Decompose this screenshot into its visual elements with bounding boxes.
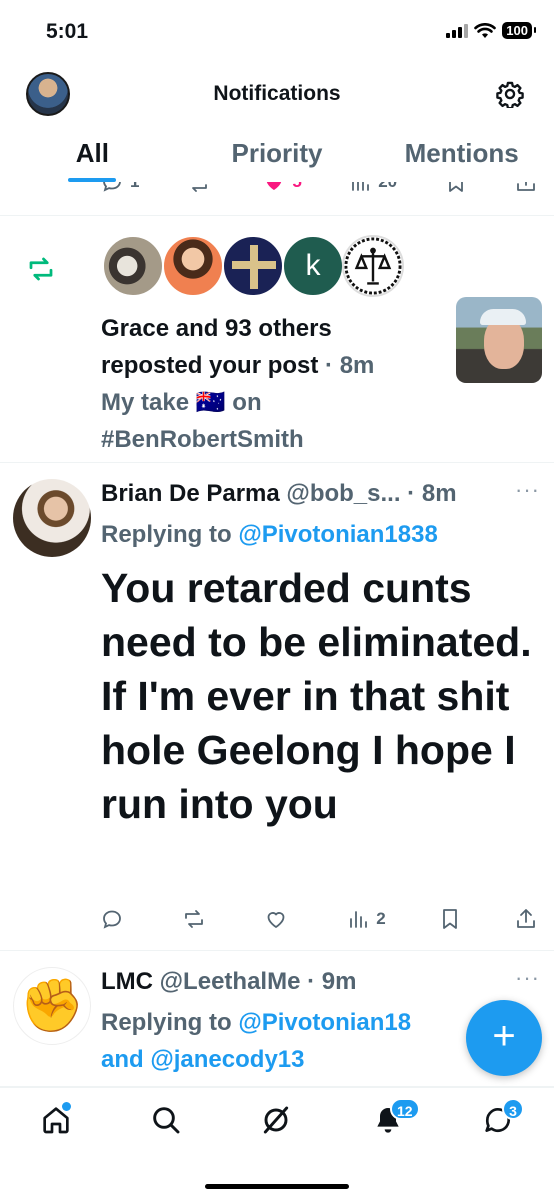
tab-all[interactable]: All: [0, 126, 185, 182]
replying-to: Replying to @Pivotonian1838: [101, 516, 540, 553]
tweet-body: You retarded cunts need to be eliminated…: [101, 565, 532, 827]
tab-priority[interactable]: Priority: [185, 126, 370, 182]
bookmark-icon: [442, 909, 457, 929]
views-button[interactable]: 2: [346, 907, 386, 931]
author-name[interactable]: Brian De Parma: [101, 480, 280, 507]
more-options-icon[interactable]: ···: [515, 477, 540, 503]
new-content-dot: [62, 1102, 71, 1111]
post-preview[interactable]: My take 🇦🇺 on #BenRobertSmith: [101, 389, 304, 453]
tweet-header: Brian De Parma @bob_s... · 8m: [101, 477, 540, 511]
status-time: 5:01: [46, 20, 89, 43]
avatar[interactable]: [13, 479, 91, 557]
time-separator: ·: [300, 968, 322, 995]
reply-count: 1: [130, 182, 139, 192]
notification-action: reposted your post: [101, 352, 319, 379]
reply-icon: [103, 182, 121, 192]
nav-search[interactable]: [150, 1104, 186, 1140]
tweet-actions: 2: [100, 907, 538, 931]
share-icon: [517, 182, 535, 191]
bottom-navigation: 12 3: [0, 1087, 554, 1199]
settings-gear-icon[interactable]: [496, 80, 524, 108]
nav-messages[interactable]: 3: [482, 1098, 524, 1140]
replying-label: Replying to: [101, 1009, 232, 1036]
share-icon: [517, 909, 535, 928]
avatar[interactable]: [162, 235, 224, 297]
tweet-header: LMC @LeethalMe · 9m: [101, 965, 540, 999]
bookmark-icon: [448, 182, 463, 192]
avatar-letter: k: [305, 249, 321, 282]
reply-icon: [103, 910, 121, 929]
justice-scales-icon: [344, 237, 402, 295]
tweet-time: 8m: [421, 480, 457, 507]
view-count: 2: [376, 909, 386, 928]
reply-button[interactable]: 1: [100, 182, 139, 194]
replying-label: Replying to: [101, 521, 232, 548]
page-title: Notifications: [213, 82, 341, 105]
reply-button[interactable]: [100, 907, 130, 931]
nav-grok[interactable]: [260, 1104, 296, 1140]
notification-text: Grace and 93 others reposted your post ·…: [101, 310, 441, 458]
avatar[interactable]: [102, 235, 164, 297]
repost-icon: [191, 184, 207, 192]
avatar[interactable]: [342, 235, 404, 297]
cellular-signal-icon: [446, 23, 469, 38]
repost-icon: [29, 257, 53, 281]
nav-notifications[interactable]: 12: [372, 1098, 420, 1140]
post-thumbnail[interactable]: [456, 297, 542, 383]
wifi-icon: [474, 22, 497, 38]
notification-time: 8m: [339, 352, 375, 379]
notifications-badge: 12: [390, 1098, 420, 1120]
like-button[interactable]: [264, 907, 294, 931]
messages-badge: 3: [502, 1098, 524, 1120]
avatar[interactable]: [222, 235, 284, 297]
like-count: 5: [292, 182, 301, 192]
post-preview-start: My take: [101, 389, 190, 416]
repost-button[interactable]: [186, 182, 216, 194]
bookmark-button[interactable]: [444, 182, 468, 194]
notification-tabs: All Priority Mentions: [0, 126, 554, 182]
views-chart-icon: [350, 911, 368, 928]
compose-button[interactable]: +: [466, 1000, 542, 1076]
tweet-time: 9m: [321, 968, 357, 995]
australia-flag-emoji: 🇦🇺: [195, 389, 226, 416]
previous-post-actions: 1 5 20: [0, 182, 554, 216]
bookmark-button[interactable]: [438, 907, 462, 931]
repost-button[interactable]: [182, 907, 212, 931]
tab-mentions[interactable]: Mentions: [369, 126, 554, 182]
author-name[interactable]: LMC: [101, 968, 153, 995]
status-icons: 100: [446, 22, 536, 39]
raised-fist-emoji: ✊: [19, 977, 85, 1035]
views-button[interactable]: 20: [348, 182, 397, 194]
heart-icon: [267, 912, 285, 929]
home-indicator: [205, 1184, 349, 1189]
reposter-avatars: k: [102, 235, 404, 297]
mention-link[interactable]: @Pivotonian18: [238, 1009, 411, 1036]
status-bar: 5:01 100: [0, 0, 554, 62]
and-label: and: [101, 1046, 144, 1073]
notification-actor[interactable]: Grace and 93 others: [101, 315, 332, 342]
views-chart-icon: [352, 182, 370, 191]
more-options-icon[interactable]: ···: [515, 965, 540, 991]
mention-link[interactable]: @janecody13: [150, 1046, 304, 1073]
search-icon: [153, 1107, 180, 1134]
avatar[interactable]: k: [282, 235, 344, 297]
mention-link[interactable]: @Pivotonian1838: [238, 521, 437, 548]
view-count: 20: [378, 182, 397, 192]
nav-home[interactable]: [40, 1102, 76, 1140]
like-button[interactable]: 5: [262, 182, 302, 194]
author-handle[interactable]: @LeethalMe: [160, 968, 301, 995]
notification-separator: ·: [318, 352, 340, 379]
repost-notification[interactable]: k Grace and 93 others reposted your post…: [0, 216, 554, 463]
grok-slash-icon: [263, 1106, 289, 1134]
avatar[interactable]: ✊: [13, 967, 91, 1045]
repost-icon: [185, 910, 203, 928]
share-button[interactable]: [514, 182, 538, 194]
time-separator: ·: [400, 480, 422, 507]
battery-indicator: 100: [502, 22, 536, 39]
share-button[interactable]: [514, 907, 538, 931]
app-header: Notifications: [0, 62, 554, 126]
reply-tweet[interactable]: Brian De Parma @bob_s... · 8m ··· Replyi…: [0, 463, 554, 951]
heart-filled-icon: [267, 182, 282, 190]
author-handle[interactable]: @bob_s...: [286, 480, 400, 507]
